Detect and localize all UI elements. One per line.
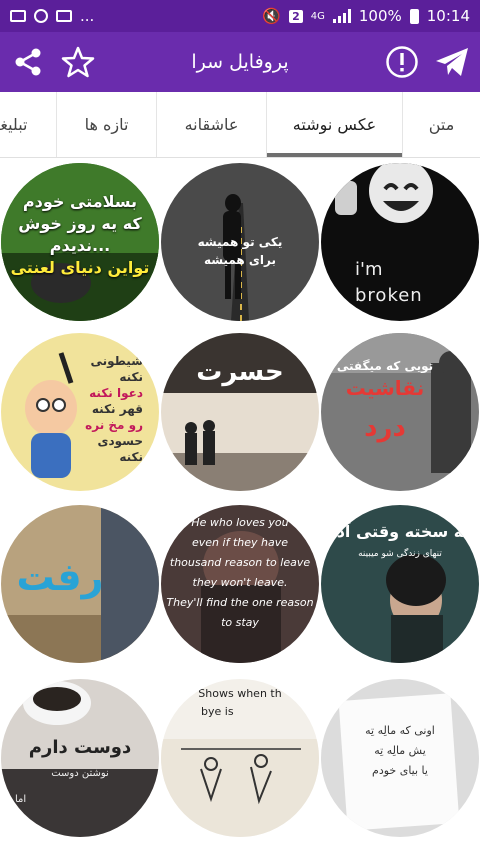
image-caption: bye is: [201, 705, 234, 718]
image-caption: یا بیای خودم: [372, 764, 428, 777]
star-icon: [61, 46, 95, 78]
tab-ads[interactable]: تبلیغا: [0, 92, 56, 157]
image-caption: They'll find the one reason: [166, 596, 314, 609]
tab-label: تازه ها: [84, 115, 129, 134]
image-caption: اما: [15, 794, 27, 805]
favorite-button[interactable]: [60, 44, 96, 80]
image-caption: قهر نکنه: [91, 402, 143, 416]
battery-icon: [409, 8, 419, 24]
info-button[interactable]: [384, 44, 420, 80]
image-grid: بسلامتی خودم که یه روز خوش ندیدم... توای…: [0, 160, 480, 853]
share-button[interactable]: [10, 44, 46, 80]
image-caption: رو مخ نره: [85, 418, 143, 432]
image-caption: که یه روز خوش: [18, 214, 142, 233]
grid-item[interactable]: Shows when th bye is: [161, 679, 319, 837]
info-icon: [386, 46, 418, 78]
status-right: 🔇 2 4G 100% 10:14: [262, 7, 470, 25]
image-caption: نقاشیت: [345, 376, 425, 400]
image-caption: نوشتن دوست: [51, 768, 109, 779]
image-caption: thousand reason to leave: [169, 556, 311, 569]
image-caption: i'm: [355, 259, 383, 280]
image-caption: Shows when th: [198, 687, 282, 700]
image-caption: یش مالِه تِه: [374, 744, 426, 757]
app-bar: پروفایل سرا: [0, 32, 480, 92]
image-caption: broken: [355, 285, 423, 306]
image-caption: تویی که میگفتی: [336, 359, 434, 373]
image-caption: بسلامتی خودم: [22, 192, 138, 211]
image-caption: حسرت: [196, 357, 284, 387]
grid-item[interactable]: He who loves you even if they have thous…: [161, 505, 319, 663]
grid-item[interactable]: تویی که میگفتی نقاشیت درد: [321, 333, 479, 491]
image-caption: شیطونی نکنه: [90, 354, 143, 384]
image-caption: درد: [364, 413, 406, 443]
image-caption: یکی تو همیشه: [197, 235, 283, 249]
network-type: 4G: [310, 10, 325, 22]
grid-item[interactable]: رفت: [1, 505, 159, 663]
image-caption: they won't leave.: [192, 576, 288, 589]
grid-item[interactable]: دوست دارم نوشتن دوست اما: [1, 679, 159, 837]
category-tabs: متن عکس نوشته عاشقانه تازه ها تبلیغا: [0, 92, 480, 158]
tab-label: تبلیغا: [0, 115, 28, 134]
sim-badge: 2: [289, 9, 303, 23]
image-caption: دوست دارم: [28, 737, 132, 758]
image-caption: He who loves you: [191, 516, 289, 529]
message-notification-icon: [56, 10, 72, 22]
app-bar-right-actions: [384, 44, 470, 80]
mute-icon: 🔇: [262, 7, 282, 25]
tab-label: عاشقانه: [184, 115, 239, 134]
status-bar: ... 🔇 2 4G 100% 10:14: [0, 0, 480, 32]
telegram-button[interactable]: [434, 44, 470, 80]
image-caption: حسودی نکنه: [97, 434, 143, 464]
share-icon: [15, 48, 41, 76]
signal-icon: [332, 9, 351, 23]
telegram-icon: [436, 48, 468, 76]
telegram-notification-icon: [34, 9, 48, 23]
image-caption: ندیدم...: [49, 236, 111, 255]
status-left: ...: [10, 7, 94, 25]
grid-item[interactable]: یکی تو همیشه برای همیشه: [161, 163, 319, 321]
grid-item[interactable]: بسلامتی خودم که یه روز خوش ندیدم... توای…: [1, 163, 159, 321]
grid-item[interactable]: حسرت: [161, 333, 319, 491]
image-caption: تواین دنیای لعنتی: [10, 258, 150, 277]
gallery-notification-icon: [10, 10, 26, 22]
tab-text[interactable]: متن: [402, 92, 480, 157]
tab-label: متن: [428, 115, 455, 134]
image-caption: رفت: [16, 555, 104, 599]
app-bar-left-actions: [10, 44, 96, 80]
more-notifications-text: ...: [80, 7, 95, 25]
image-caption: برای همیشه: [203, 253, 276, 267]
battery-percent: 100%: [358, 7, 402, 25]
clock: 10:14: [426, 7, 470, 25]
grid-item[interactable]: شیطونی نکنه دعوا نکنه قهر نکنه رو مخ نره…: [1, 333, 159, 491]
tab-romantic[interactable]: عاشقانه: [156, 92, 266, 157]
image-caption: دعوا نکنه: [89, 386, 143, 400]
image-caption: تنهای زندگی شو میبینه: [358, 549, 442, 559]
grid-item[interactable]: اونی که مالِه تِه یش مالِه تِه یا بیای خ…: [321, 679, 479, 837]
image-caption: چه سخته وقتی آدم: [324, 522, 475, 541]
image-caption: اونی که مالِه تِه: [365, 724, 435, 737]
image-caption: even if they have: [192, 536, 288, 549]
tab-photo-text[interactable]: عکس نوشته: [266, 92, 402, 157]
tab-label: عکس نوشته: [292, 115, 377, 134]
tab-new[interactable]: تازه ها: [56, 92, 156, 157]
image-caption: to stay: [221, 616, 259, 629]
grid-item[interactable]: i'm broken: [321, 163, 479, 321]
grid-item[interactable]: چه سخته وقتی آدم تنهای زندگی شو میبینه: [321, 505, 479, 663]
